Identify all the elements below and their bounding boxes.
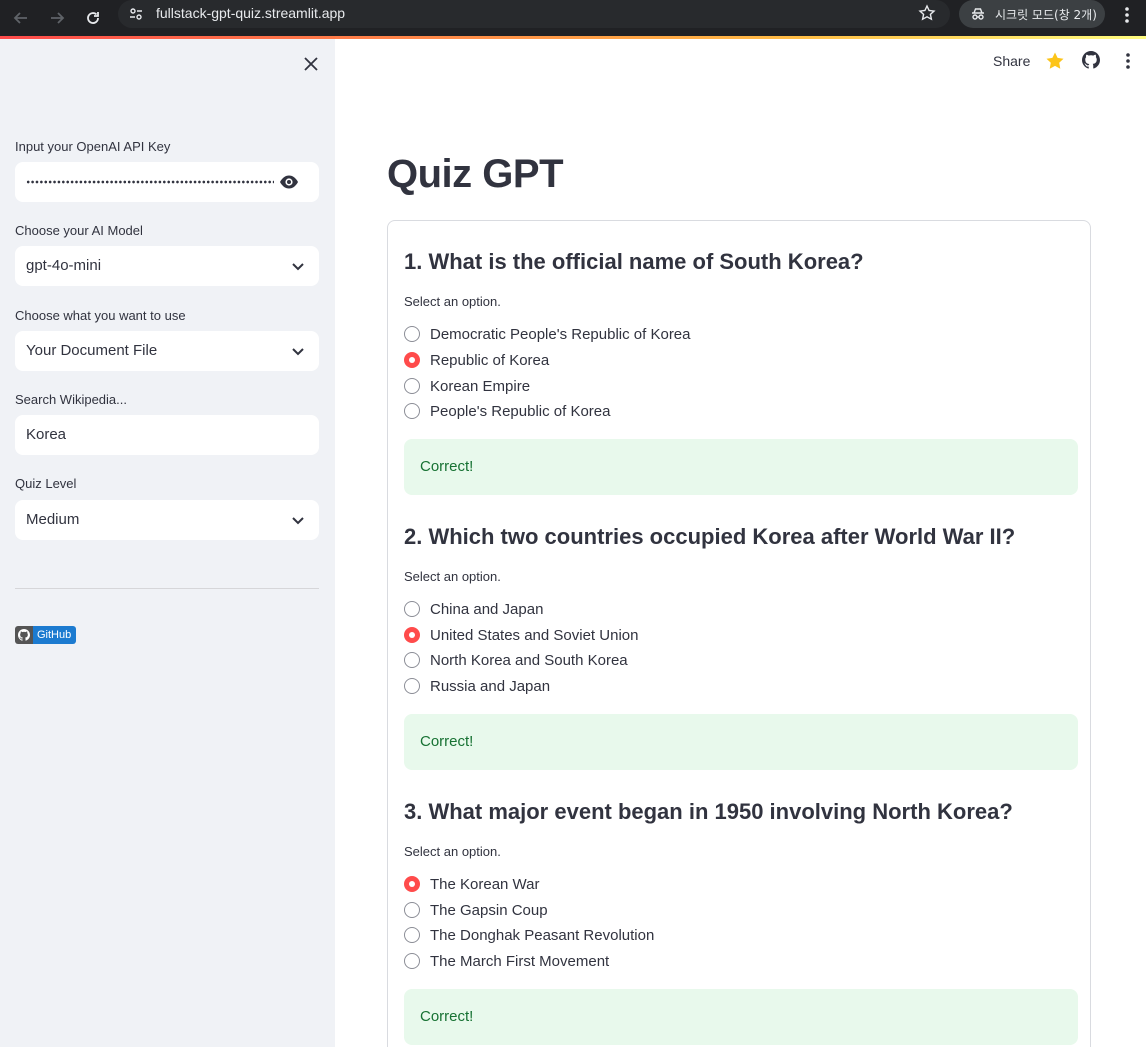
sidebar: Input your OpenAI API Key Choose your AI… <box>0 39 335 1047</box>
radio-icon[interactable] <box>404 953 420 969</box>
success-alert: Correct! <box>404 439 1078 495</box>
search-label: Search Wikipedia... <box>15 392 127 407</box>
radio-option[interactable]: People's Republic of Korea <box>404 401 610 421</box>
radio-option[interactable]: Democratic People's Republic of Korea <box>404 324 691 344</box>
chevron-down-icon <box>292 263 304 271</box>
success-alert: Correct! <box>404 989 1078 1045</box>
option-label: The Gapsin Coup <box>430 901 548 919</box>
radio-option[interactable]: United States and Soviet Union <box>404 625 638 645</box>
source-select[interactable]: Your Document File <box>15 331 319 371</box>
select-prompt: Select an option. <box>404 569 501 584</box>
model-label: Choose your AI Model <box>15 223 143 238</box>
radio-icon[interactable] <box>404 403 420 419</box>
model-select[interactable]: gpt-4o-mini <box>15 246 319 286</box>
radio-option[interactable]: Korean Empire <box>404 376 530 396</box>
option-label: United States and Soviet Union <box>430 626 639 644</box>
option-label: Russia and Japan <box>430 677 551 695</box>
github-badge-link[interactable]: GitHub <box>15 626 77 644</box>
level-select-value: Medium <box>26 511 80 528</box>
browser-toolbar: fullstack-gpt-quiz.streamlit.app 시크릿 모드(… <box>0 0 1146 36</box>
option-label: The March First Movement <box>430 952 610 970</box>
option-label: China and Japan <box>430 600 544 618</box>
radio-icon[interactable] <box>404 326 420 342</box>
masked-password <box>26 180 274 184</box>
address-bar[interactable]: fullstack-gpt-quiz.streamlit.app <box>118 0 950 28</box>
back-button[interactable] <box>7 4 35 32</box>
incognito-icon <box>972 8 984 20</box>
share-button[interactable]: Share <box>993 53 1030 69</box>
radio-icon[interactable] <box>404 652 420 668</box>
select-prompt: Select an option. <box>404 294 501 309</box>
option-label: Democratic People's Republic of Korea <box>430 325 691 343</box>
radio-option[interactable]: The Gapsin Coup <box>404 900 548 920</box>
source-select-value: Your Document File <box>26 342 158 359</box>
radio-icon[interactable] <box>404 378 420 394</box>
question-title: 3. What major event began in 1950 involv… <box>404 799 1013 824</box>
url-text[interactable]: fullstack-gpt-quiz.streamlit.app <box>156 5 345 21</box>
radio-icon[interactable] <box>404 601 420 617</box>
option-label: Korean Empire <box>430 377 531 395</box>
option-label: Republic of Korea <box>430 351 550 369</box>
radio-icon[interactable] <box>404 902 420 918</box>
search-input-value: Korea <box>26 426 67 443</box>
reload-button[interactable] <box>79 4 107 32</box>
radio-option[interactable]: China and Japan <box>404 599 543 619</box>
bookmark-star-icon[interactable] <box>918 4 936 22</box>
select-prompt: Select an option. <box>404 844 501 859</box>
model-select-value: gpt-4o-mini <box>26 257 102 274</box>
success-message: Correct! <box>420 733 474 750</box>
radio-icon[interactable] <box>404 678 420 694</box>
github-icon[interactable] <box>1082 51 1100 69</box>
star-icon[interactable] <box>1045 51 1065 71</box>
site-settings-icon[interactable] <box>128 6 144 22</box>
question-title: 2. Which two countries occupied Korea af… <box>404 524 1016 549</box>
search-input[interactable]: Korea <box>15 415 319 455</box>
arrow-right-icon <box>51 12 65 24</box>
browser-menu-button[interactable] <box>1116 2 1138 30</box>
more-vert-icon <box>1125 7 1129 23</box>
radio-option[interactable]: North Korea and South Korea <box>404 650 628 670</box>
chevron-down-icon <box>292 517 304 525</box>
github-badge-label: GitHub <box>33 626 77 644</box>
radio-option[interactable]: Republic of Korea <box>404 350 549 370</box>
level-select[interactable]: Medium <box>15 500 319 540</box>
radio-option[interactable]: The March First Movement <box>404 951 609 971</box>
radio-selected-icon[interactable] <box>404 876 420 892</box>
radio-option[interactable]: The Korean War <box>404 874 540 894</box>
incognito-label: 시크릿 모드(창 2개) <box>995 8 1097 22</box>
api-key-input[interactable] <box>15 162 319 202</box>
more-vert-icon[interactable] <box>1121 51 1135 71</box>
option-label: The Korean War <box>430 875 540 893</box>
source-label: Choose what you want to use <box>15 308 186 323</box>
forward-button[interactable] <box>43 4 71 32</box>
level-label: Quiz Level <box>15 476 77 491</box>
page-title: Quiz GPT <box>387 152 564 196</box>
option-label: North Korea and South Korea <box>430 651 628 669</box>
close-icon <box>304 57 318 71</box>
success-alert: Correct! <box>404 714 1078 770</box>
radio-selected-icon[interactable] <box>404 627 420 643</box>
github-icon <box>15 626 33 644</box>
success-message: Correct! <box>420 458 474 475</box>
question-title: 1. What is the official name of South Ko… <box>404 249 864 274</box>
success-message: Correct! <box>420 1008 474 1025</box>
arrow-left-icon <box>13 12 27 24</box>
radio-selected-icon[interactable] <box>404 352 420 368</box>
api-key-label: Input your OpenAI API Key <box>15 139 171 154</box>
chevron-down-icon <box>292 348 304 356</box>
option-label: People's Republic of Korea <box>430 402 611 420</box>
radio-option[interactable]: Russia and Japan <box>404 676 550 696</box>
radio-option[interactable]: The Donghak Peasant Revolution <box>404 925 654 945</box>
radio-icon[interactable] <box>404 927 420 943</box>
eye-icon[interactable] <box>279 173 299 191</box>
sidebar-divider <box>15 588 319 589</box>
quiz-form: 1. What is the official name of South Ko… <box>387 220 1091 1047</box>
reload-icon <box>87 12 99 24</box>
incognito-indicator[interactable]: 시크릿 모드(창 2개) <box>959 0 1105 28</box>
sidebar-close-button[interactable] <box>300 53 322 75</box>
option-label: The Donghak Peasant Revolution <box>430 926 655 944</box>
